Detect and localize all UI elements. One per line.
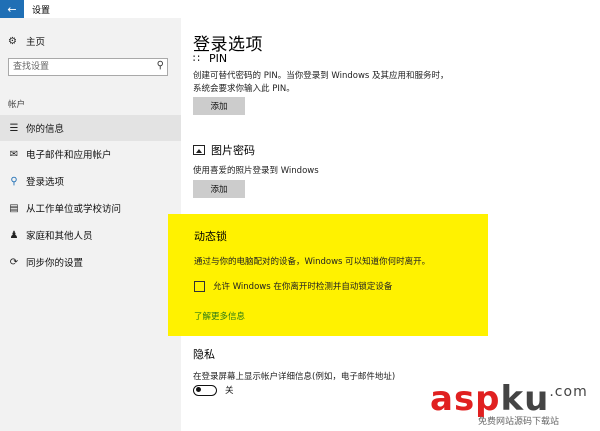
pin-heading-text: PIN — [209, 52, 228, 65]
sidebar-item-sign-in-options[interactable]: ⚲ 登录选项 — [0, 168, 181, 194]
dynamic-lock-checkbox[interactable] — [194, 280, 205, 292]
dynamic-lock-section: 动态锁 通过与你的电脑配对的设备，Windows 可以知道你何时离开。 允许 W… — [168, 214, 488, 336]
dynamic-lock-heading: 动态锁 — [194, 230, 227, 243]
dynamic-lock-checkbox-row[interactable]: 允许 Windows 在你离开时检测并自动锁定设备 — [194, 280, 392, 292]
watermark-logo: aspku.com — [430, 372, 588, 419]
sidebar-item-email-accounts[interactable]: ✉ 电子邮件和应用帐户 — [0, 141, 181, 167]
briefcase-icon: ▤ — [9, 202, 19, 214]
pin-heading: ∷ PIN — [193, 52, 227, 65]
pin-description-line1: 创建可替代密码的 PIN。当你登录到 Windows 及其应用和服务时， — [193, 71, 449, 81]
sidebar-item-work-school[interactable]: ▤ 从工作单位或学校访问 — [0, 195, 181, 221]
watermark: aspku.com 免费网站源码下载站 — [430, 372, 600, 431]
privacy-description: 在登录屏幕上显示帐户详细信息(例如，电子邮件地址) — [193, 372, 396, 382]
sidebar-item-your-info[interactable]: ☰ 你的信息 — [0, 115, 181, 141]
pin-description-line2: 系统会要求你输入此 PIN。 — [193, 84, 295, 94]
sidebar-item-label: 同步你的设置 — [26, 258, 84, 269]
search-input[interactable] — [9, 59, 153, 75]
search-icon[interactable]: ⚲ — [157, 60, 164, 71]
sidebar-item-label: 电子邮件和应用帐户 — [26, 150, 112, 161]
sidebar-item-label: 登录选项 — [26, 177, 65, 188]
person-card-icon: ☰ — [9, 122, 19, 134]
watermark-logo-ku: ku — [500, 379, 550, 419]
keypad-icon: ∷ — [193, 52, 200, 65]
picture-password-heading-text: 图片密码 — [211, 144, 255, 157]
dynamic-lock-checkbox-label: 允许 Windows 在你离开时检测并自动锁定设备 — [213, 282, 393, 292]
section-label-accounts: 帐户 — [8, 100, 26, 110]
sidebar-item-label: 从工作单位或学校访问 — [26, 204, 122, 215]
learn-more-link[interactable]: 了解更多信息 — [194, 310, 245, 322]
sidebar-item-sync[interactable]: ⟳ 同步你的设置 — [0, 249, 181, 275]
dynamic-lock-description: 通过与你的电脑配对的设备，Windows 可以知道你何时离开。 — [194, 257, 431, 267]
person-icon: ♟ — [9, 229, 19, 241]
privacy-toggle-row: 关 — [193, 384, 234, 396]
home-link[interactable]: ⚙ 主页 — [8, 34, 46, 49]
toggle-knob — [196, 387, 201, 392]
search-box[interactable]: ⚲ — [8, 58, 168, 76]
privacy-heading: 隐私 — [193, 348, 215, 361]
key-icon: ⚲ — [10, 175, 18, 187]
sync-icon: ⟳ — [9, 256, 19, 268]
privacy-toggle-label: 关 — [225, 386, 234, 396]
gear-icon: ⚙ — [8, 35, 17, 47]
mail-icon: ✉ — [9, 148, 19, 160]
sidebar-item-label: 家庭和其他人员 — [26, 231, 93, 242]
picture-password-heading: 图片密码 — [193, 142, 255, 158]
back-arrow-icon: ← — [7, 2, 17, 16]
title-bar: ← 设置 — [0, 0, 600, 18]
back-button[interactable]: ← — [0, 0, 24, 18]
picture-password-add-button[interactable]: 添加 — [193, 180, 245, 198]
picture-icon — [193, 145, 205, 155]
privacy-toggle[interactable] — [193, 384, 217, 396]
watermark-logo-com: .com — [549, 384, 588, 400]
sidebar-item-label: 你的信息 — [26, 124, 65, 135]
window-title: 设置 — [32, 5, 51, 16]
pin-add-button[interactable]: 添加 — [193, 97, 245, 115]
sidebar-item-family[interactable]: ♟ 家庭和其他人员 — [0, 222, 181, 248]
watermark-subtitle: 免费网站源码下载站 — [478, 417, 560, 427]
picture-password-description: 使用喜爱的照片登录到 Windows — [193, 166, 319, 176]
home-label: 主页 — [26, 37, 46, 48]
sidebar: ⚙ 主页 ⚲ 帐户 ☰ 你的信息 ✉ 电子邮件和应用帐户 ⚲ 登录选项 ▤ 从工… — [0, 18, 181, 431]
watermark-logo-asp: asp — [430, 379, 501, 419]
